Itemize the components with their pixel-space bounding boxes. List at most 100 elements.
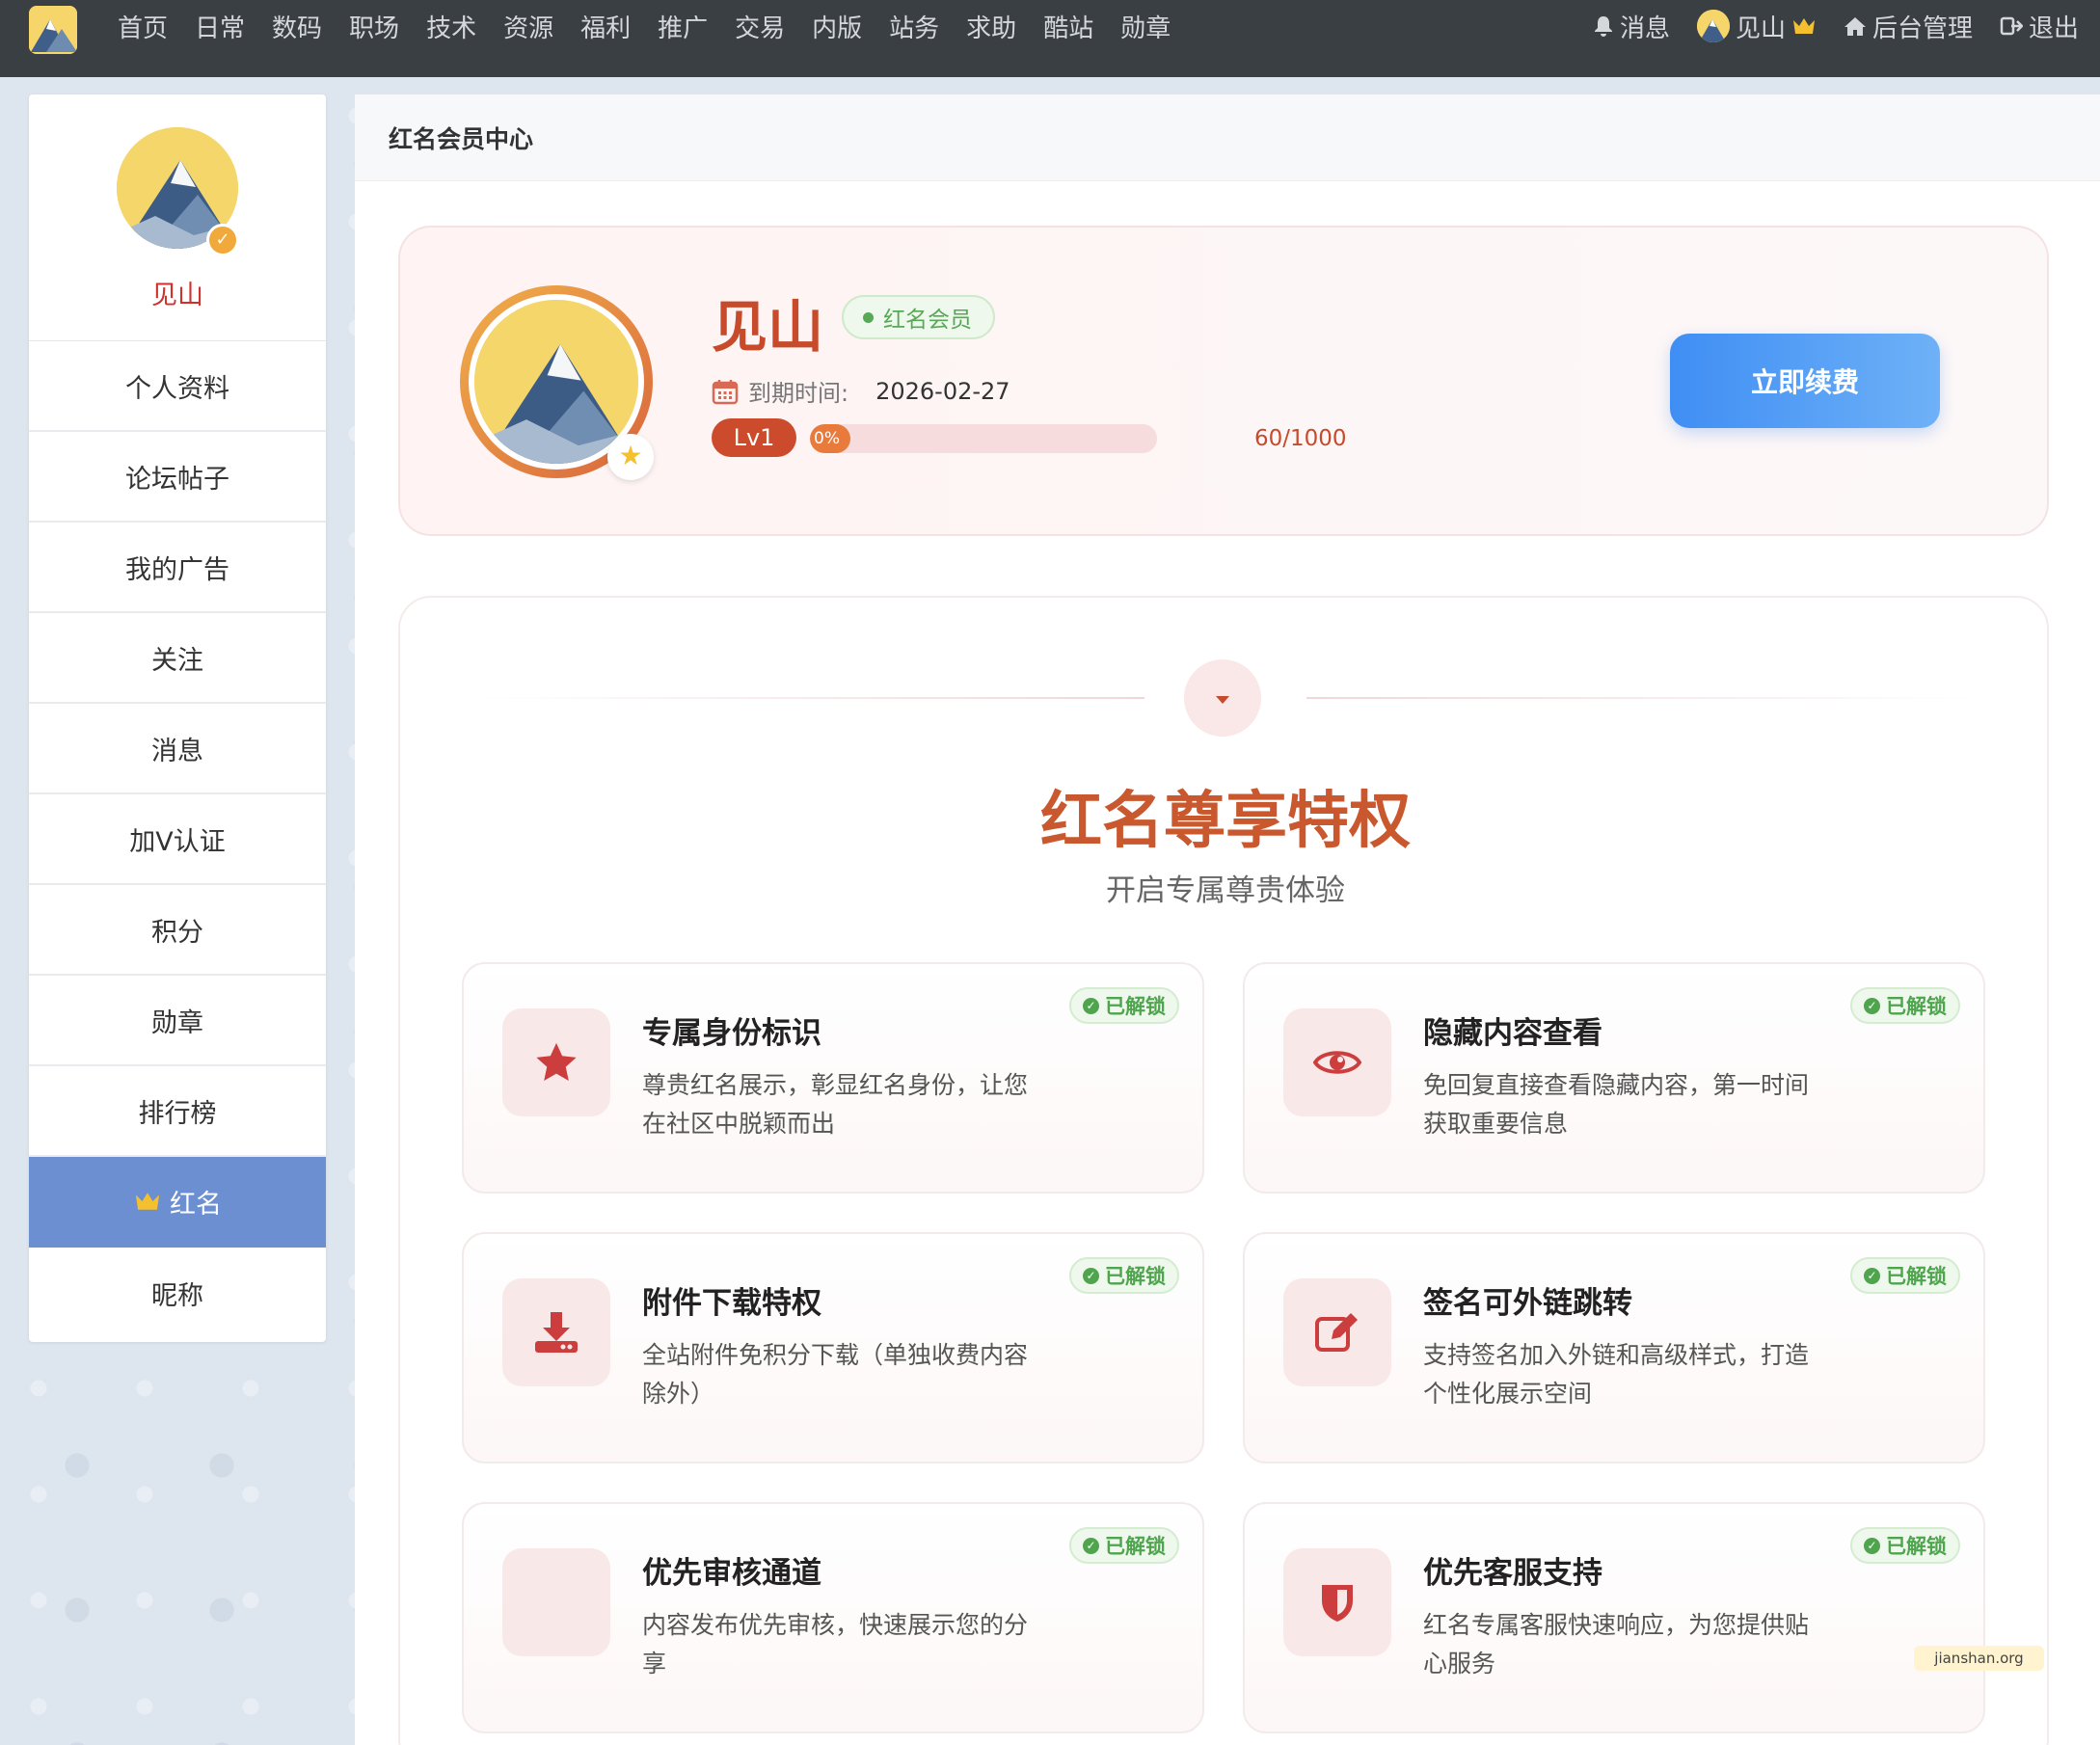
sidebar-item-messages[interactable]: 消息 (29, 704, 326, 794)
logout-label: 退出 (2028, 13, 2079, 43)
nav-item-digital[interactable]: 数码 (272, 9, 322, 44)
nav-item-home[interactable]: 首页 (118, 9, 168, 44)
member-badge: 红名会员 (842, 295, 995, 339)
verified-badge-icon: ✓ (206, 224, 239, 256)
privilege-card: 优先审核通道 内容发布优先审核，快速展示您的分享 ✓ 已解锁 (462, 1502, 1204, 1733)
sidebar-item-nickname[interactable]: 昵称 (29, 1248, 326, 1338)
privileges-panel: 红名尊享特权 开启专属尊贵体验 专属身份标识 尊贵红名展示，彰显红名身份，让您在… (398, 596, 2049, 1745)
star-icon: ★ (607, 434, 654, 480)
crown-icon (1792, 18, 1815, 34)
nav-item-help[interactable]: 求助 (966, 9, 1016, 44)
username-label: 见山 (1735, 13, 1786, 43)
logout-icon (2000, 16, 2023, 36)
shield-icon (1283, 1548, 1391, 1656)
privilege-card: 优先客服支持 红名专属客服快速响应，为您提供贴心服务 ✓ 已解锁 (1243, 1502, 1985, 1733)
sidebar-item-label: 关注 (151, 645, 203, 676)
sidebar-item-label: 加V认证 (129, 826, 226, 857)
admin-label: 后台管理 (1871, 13, 1973, 43)
unlocked-badge: ✓ 已解锁 (1850, 1257, 1960, 1294)
privilege-title: 附件下载特权 (642, 1286, 821, 1321)
privilege-desc: 支持签名加入外链和高级样式，打造个性化展示空间 (1423, 1341, 1810, 1408)
unlocked-label: 已解锁 (1886, 1535, 1947, 1558)
sidebar-item-leaderboard[interactable]: 排行榜 (29, 1066, 326, 1157)
sidebar-username: 见山 (151, 281, 203, 310)
privilege-card: 签名可外链跳转 支持签名加入外链和高级样式，打造个性化展示空间 ✓ 已解锁 (1243, 1232, 1985, 1463)
member-badge-label: 红名会员 (883, 308, 972, 333)
unlocked-label: 已解锁 (1105, 1265, 1166, 1288)
nav-item-career[interactable]: 职场 (349, 9, 399, 44)
avatar (1696, 10, 1730, 42)
nav-item-tech[interactable]: 技术 (426, 9, 476, 44)
level-badge: Lv1 (712, 418, 796, 457)
nav-item-daily[interactable]: 日常 (195, 9, 245, 44)
check-icon: ✓ (1864, 997, 1880, 1014)
home-icon (1844, 17, 1866, 36)
nav-item-medals[interactable]: 勋章 (1120, 9, 1171, 44)
privilege-card: 隐藏内容查看 免回复直接查看隐藏内容，第一时间获取重要信息 ✓ 已解锁 (1243, 962, 1985, 1194)
sidebar-item-follow[interactable]: 关注 (29, 613, 326, 704)
sidebar-item-my-ads[interactable]: 我的广告 (29, 523, 326, 613)
top-navbar: 首页 日常 数码 职场 技术 资源 福利 推广 交易 内版 站务 求助 酷站 勋… (0, 0, 2100, 77)
admin-link[interactable]: 后台管理 (1844, 9, 1973, 44)
privilege-card: 专属身份标识 尊贵红名展示，彰显红名身份，让您在社区中脱颖而出 ✓ 已解锁 (462, 962, 1204, 1194)
sidebar-item-label: 我的广告 (125, 554, 229, 585)
unlocked-badge: ✓ 已解锁 (1850, 987, 1960, 1024)
level-progress-count: 60/1000 (1254, 426, 1347, 451)
sidebar-item-label: 勋章 (151, 1007, 203, 1038)
download-icon (502, 1278, 610, 1386)
edit-icon (1283, 1278, 1391, 1386)
main-menu: 首页 日常 数码 职场 技术 资源 福利 推广 交易 内版 站务 求助 酷站 勋… (118, 0, 1198, 52)
renew-button[interactable]: 立即续费 (1670, 334, 1940, 428)
nav-item-resources[interactable]: 资源 (503, 9, 553, 44)
divider (1306, 697, 1972, 699)
privilege-title: 专属身份标识 (642, 1016, 821, 1051)
nav-item-trade[interactable]: 交易 (735, 9, 785, 44)
privilege-desc: 全站附件免积分下载（单独收费内容除外） (642, 1341, 1029, 1408)
unlocked-label: 已解锁 (1886, 995, 1947, 1018)
user-menu: 消息 见山 后台管理 退出 (1593, 0, 2079, 52)
sidebar-item-label: 红名 (170, 1189, 222, 1220)
nav-item-welfare[interactable]: 福利 (580, 9, 631, 44)
calendar-icon (712, 379, 739, 404)
privilege-desc: 免回复直接查看隐藏内容，第一时间获取重要信息 (1423, 1071, 1810, 1138)
sidebar-item-v-verification[interactable]: 加V认证 (29, 794, 326, 885)
sidebar-item-label: 积分 (151, 917, 203, 948)
status-dot-icon (863, 311, 874, 323)
unlocked-label: 已解锁 (1105, 995, 1166, 1018)
logout-link[interactable]: 退出 (2000, 9, 2079, 44)
sidebar-item-label: 消息 (151, 736, 203, 766)
expire-label: 到期时间: (748, 380, 849, 407)
privileges-subtitle: 开启专属尊贵体验 (1106, 873, 1345, 908)
nav-item-site-affairs[interactable]: 站务 (889, 9, 939, 44)
expire-date: 2026-02-27 (875, 377, 1010, 405)
crown-icon (135, 1193, 160, 1210)
caret-down-icon (1216, 695, 1229, 704)
sidebar-item-medals[interactable]: 勋章 (29, 976, 326, 1066)
unlocked-label: 已解锁 (1105, 1535, 1166, 1558)
user-profile-link[interactable]: 见山 (1696, 9, 1817, 44)
sidebar-item-points[interactable]: 积分 (29, 885, 326, 976)
site-logo[interactable] (29, 6, 77, 54)
collapse-toggle-button[interactable] (1184, 659, 1261, 737)
nav-item-internal[interactable]: 内版 (812, 9, 862, 44)
fast-lane-icon (502, 1548, 610, 1656)
sidebar-item-red-name[interactable]: 红名 (29, 1157, 326, 1248)
nav-item-promotion[interactable]: 推广 (658, 9, 708, 44)
privileges-title: 红名尊享特权 (1040, 786, 1411, 857)
messages-link[interactable]: 消息 (1593, 9, 1670, 44)
eye-icon (1283, 1008, 1391, 1116)
user-sidebar: ✓ 见山 个人资料 论坛帖子 我的广告 关注 消息 加V认证 积分 勋章 排行榜… (29, 94, 326, 1342)
sidebar-item-forum-posts[interactable]: 论坛帖子 (29, 432, 326, 523)
privilege-desc: 尊贵红名展示，彰显红名身份，让您在社区中脱颖而出 (642, 1071, 1029, 1138)
nav-item-cool-sites[interactable]: 酷站 (1043, 9, 1093, 44)
site-watermark: jianshan.org (1914, 1646, 2044, 1671)
messages-label: 消息 (1619, 13, 1670, 43)
privilege-title: 签名可外链跳转 (1423, 1286, 1632, 1321)
member-name: 见山 (712, 294, 824, 360)
sidebar-item-profile[interactable]: 个人资料 (29, 341, 326, 432)
privilege-title: 优先客服支持 (1423, 1556, 1602, 1591)
star-icon (502, 1008, 610, 1116)
sidebar-item-label: 昵称 (151, 1280, 203, 1311)
main-panel: 红名会员中心 ★ 见山 红名会员 到期时间: 2026-02-27 Lv1 0%… (355, 94, 2100, 1745)
unlocked-badge: ✓ 已解锁 (1069, 1257, 1179, 1294)
